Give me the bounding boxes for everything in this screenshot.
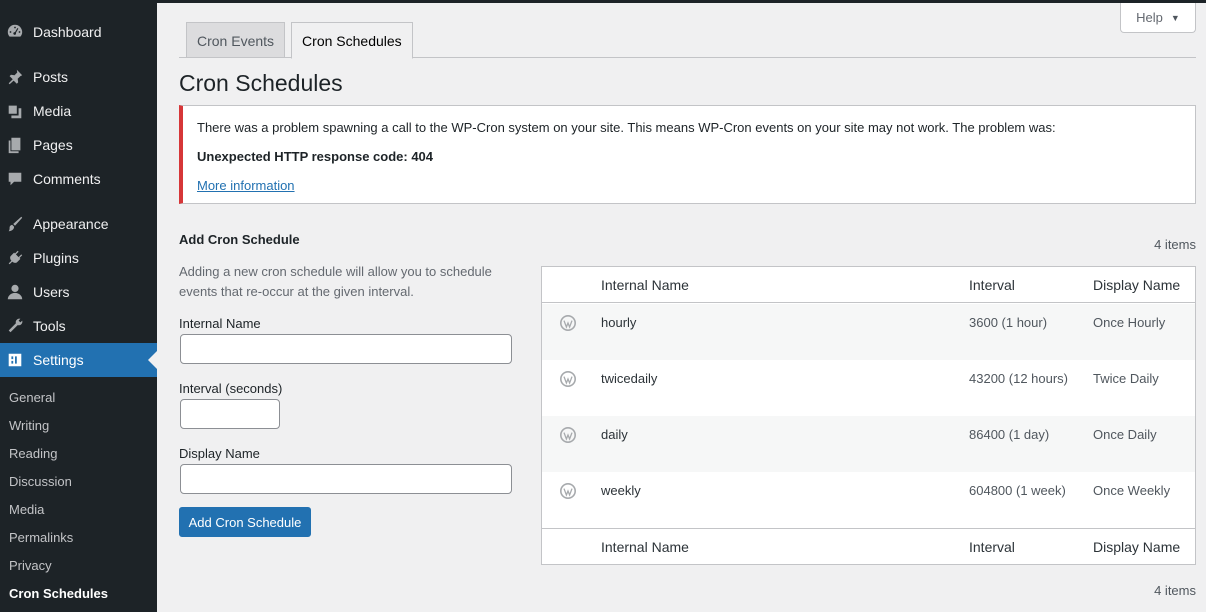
wrench-icon <box>5 316 25 336</box>
pin-icon <box>5 67 25 87</box>
more-information-link[interactable]: More information <box>197 178 295 193</box>
submenu-item-discussion[interactable]: Discussion <box>9 474 72 489</box>
column-header-internal-name: Internal Name <box>601 276 689 293</box>
cell-internal-name: daily <box>601 427 628 442</box>
table-row: twicedaily 43200 (12 hours) Twice Daily <box>542 360 1195 416</box>
brush-icon <box>5 214 25 234</box>
interval-label: Interval (seconds) <box>179 381 283 396</box>
cell-interval: 3600 (1 hour) <box>969 315 1048 330</box>
sidebar-item-comments[interactable]: Comments <box>0 162 157 196</box>
sidebar-item-label: Settings <box>33 352 84 368</box>
dashboard-icon <box>5 22 25 42</box>
sidebar-item-tools[interactable]: Tools <box>0 309 157 343</box>
column-footer-internal-name: Internal Name <box>601 538 689 555</box>
column-footer-interval: Interval <box>969 538 1015 555</box>
pages-icon <box>5 135 25 155</box>
column-header-display-name: Display Name <box>1093 276 1181 293</box>
display-name-input[interactable] <box>180 464 512 494</box>
form-title: Add Cron Schedule <box>179 232 300 247</box>
add-cron-schedule-button[interactable]: Add Cron Schedule <box>179 507 311 537</box>
media-icon <box>5 101 25 121</box>
settings-icon <box>5 350 25 370</box>
submenu-item-reading[interactable]: Reading <box>9 446 57 461</box>
table-footer: Internal Name Interval Display Name <box>542 528 1195 564</box>
sidebar-item-label: Comments <box>33 171 101 187</box>
internal-name-input[interactable] <box>180 334 512 364</box>
sidebar-item-plugins[interactable]: Plugins <box>0 241 157 275</box>
tab-cron-events[interactable]: Cron Events <box>186 22 286 58</box>
sidebar-item-label: Tools <box>33 318 66 334</box>
help-button[interactable]: Help ▼ <box>1120 3 1196 33</box>
column-header-interval: Interval <box>969 276 1015 293</box>
notice-error-code: Unexpected HTTP response code: 404 <box>197 149 434 164</box>
cell-internal-name: hourly <box>601 315 637 330</box>
items-count-bottom: 4 items <box>1154 583 1196 598</box>
nav-tabs: Cron Events Cron Schedules <box>186 22 419 59</box>
current-menu-arrow <box>148 351 157 369</box>
sidebar-item-label: Dashboard <box>33 24 102 40</box>
plugin-icon <box>5 248 25 268</box>
submenu-item-media[interactable]: Media <box>9 502 44 517</box>
display-name-label: Display Name <box>179 446 260 461</box>
error-notice: There was a problem spawning a call to t… <box>179 105 1196 204</box>
wordpress-icon <box>560 371 576 387</box>
sidebar-item-users[interactable]: Users <box>0 275 157 309</box>
sidebar-item-dashboard[interactable]: Dashboard <box>0 15 157 49</box>
submenu-item-writing[interactable]: Writing <box>9 418 49 433</box>
cell-display-name: Once Hourly <box>1093 315 1166 330</box>
cell-internal-name: twicedaily <box>601 371 658 386</box>
cell-interval: 604800 (1 week) <box>969 483 1066 498</box>
sidebar-item-media[interactable]: Media <box>0 94 157 128</box>
admin-sidebar: Dashboard Posts Media Pages Comments App… <box>0 0 157 612</box>
cell-display-name: Once Weekly <box>1093 483 1171 498</box>
sidebar-item-appearance[interactable]: Appearance <box>0 207 157 241</box>
table-row: daily 86400 (1 day) Once Daily <box>542 416 1195 472</box>
main-content: Help ▼ Cron Events Cron Schedules Cron S… <box>157 0 1206 612</box>
internal-name-label: Internal Name <box>179 316 261 331</box>
user-icon <box>5 282 25 302</box>
table-row: hourly 3600 (1 hour) Once Hourly <box>542 304 1195 360</box>
column-footer-display-name: Display Name <box>1093 538 1181 555</box>
comment-icon <box>5 169 25 189</box>
sidebar-item-label: Appearance <box>33 216 109 232</box>
sidebar-item-label: Plugins <box>33 250 79 266</box>
wordpress-icon <box>560 315 576 331</box>
cell-internal-name: weekly <box>601 483 641 498</box>
schedules-table: Internal Name Interval Display Name hour… <box>541 266 1196 565</box>
tab-cron-schedules[interactable]: Cron Schedules <box>291 22 413 59</box>
notice-message: There was a problem spawning a call to t… <box>197 120 1056 135</box>
wordpress-icon <box>560 427 576 443</box>
sidebar-item-label: Pages <box>33 137 73 153</box>
form-description: Adding a new cron schedule will allow yo… <box>179 264 492 300</box>
submenu-item-general[interactable]: General <box>9 390 55 405</box>
submenu-item-privacy[interactable]: Privacy <box>9 558 52 573</box>
sidebar-item-pages[interactable]: Pages <box>0 128 157 162</box>
sidebar-item-label: Media <box>33 103 72 119</box>
sidebar-item-label: Users <box>33 284 70 300</box>
page-title: Cron Schedules <box>179 70 343 96</box>
cell-display-name: Twice Daily <box>1093 371 1159 386</box>
cell-interval: 43200 (12 hours) <box>969 371 1069 386</box>
cell-interval: 86400 (1 day) <box>969 427 1050 442</box>
table-header: Internal Name Interval Display Name <box>542 267 1195 303</box>
caret-down-icon: ▼ <box>1170 12 1180 23</box>
sidebar-item-posts[interactable]: Posts <box>0 60 157 94</box>
wordpress-icon <box>560 483 576 499</box>
help-label: Help <box>1136 10 1163 25</box>
submenu-item-permalinks[interactable]: Permalinks <box>9 530 73 545</box>
sidebar-item-label: Posts <box>33 69 69 85</box>
sidebar-item-settings[interactable]: Settings <box>0 343 157 377</box>
cell-display-name: Once Daily <box>1093 427 1157 442</box>
interval-input[interactable] <box>180 399 280 429</box>
items-count-top: 4 items <box>1154 237 1196 252</box>
submenu-item-cron-schedules[interactable]: Cron Schedules <box>9 586 108 601</box>
table-row: weekly 604800 (1 week) Once Weekly <box>542 472 1195 528</box>
